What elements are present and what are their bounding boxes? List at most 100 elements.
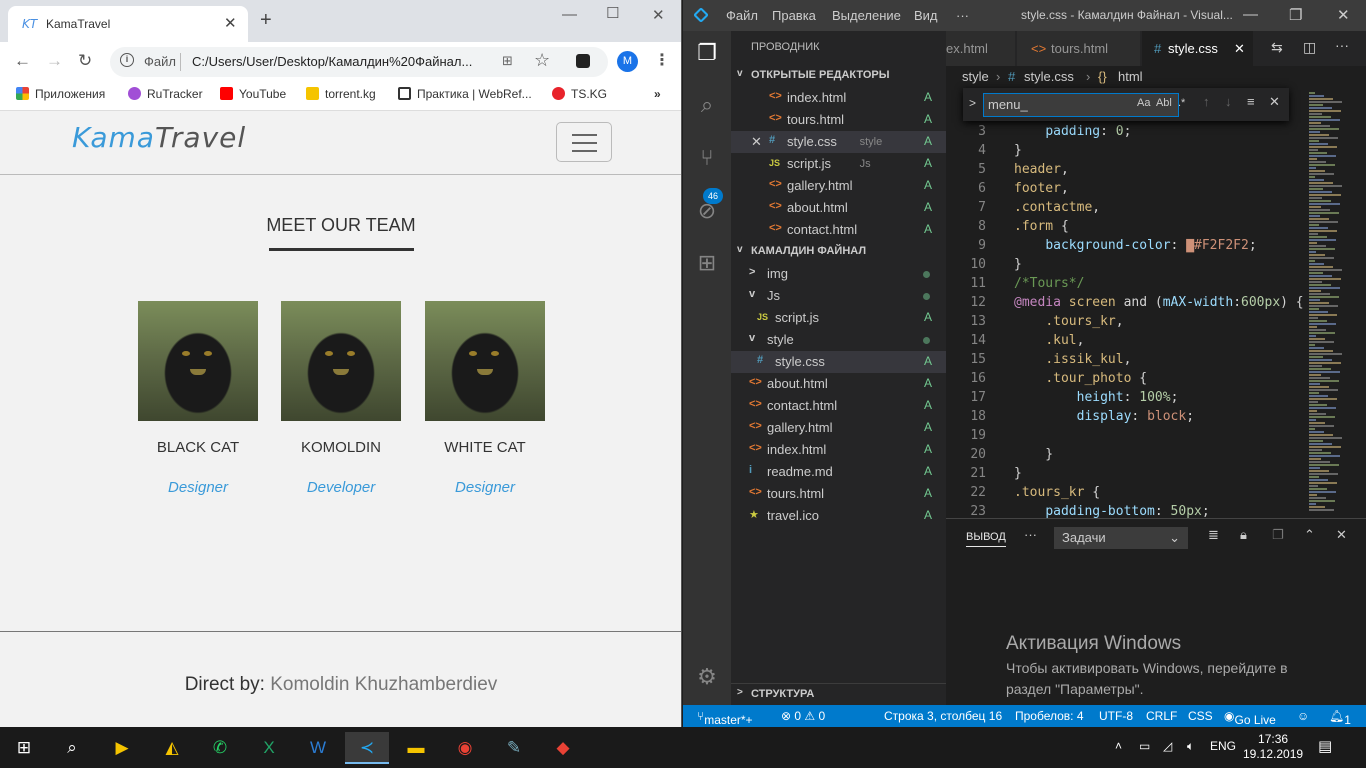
split-editor-icon[interactable]: ◫ [1303,39,1316,56]
network-icon[interactable]: ◿ [1163,739,1172,753]
bookmark-rutracker[interactable]: RuTracker [128,87,203,101]
code-line[interactable]: display: block; [1014,409,1194,424]
compare-icon[interactable]: ⇆ [1271,39,1283,56]
source-control-icon[interactable]: ⑂ [695,146,719,170]
site-logo[interactable]: KamaTravel [72,121,246,154]
code-line[interactable]: .kul, [1014,333,1084,348]
minimize-icon[interactable]: — [1243,6,1258,23]
code-line[interactable]: padding: 0; [1014,124,1131,139]
explorer-file-item[interactable]: <> tours.html A [731,483,946,505]
breadcrumb-file[interactable]: style.css [1024,69,1074,84]
go-live-button[interactable]: ◉ Go Live [1224,709,1276,727]
word-icon[interactable]: W [296,732,340,764]
code-line[interactable]: } [1014,257,1022,272]
url-text[interactable]: C:/Users/User/Desktop/Камалдин%20Файнал.… [192,54,472,69]
lock-icon[interactable]: 🔒︎ [1240,527,1247,543]
code-line[interactable]: .issik_kul, [1014,352,1131,367]
breadcrumb-folder[interactable]: style [962,69,989,84]
git-icon[interactable]: ◆ [541,732,585,764]
indentation[interactable]: Пробелов: 4 [1015,709,1084,723]
bookmark-apps[interactable]: Приложения [16,87,105,101]
code-line[interactable]: .tours_kr, [1014,314,1123,329]
language-mode[interactable]: CSS [1188,709,1213,723]
explorer-file-item[interactable]: JS script.js Js A [731,153,946,175]
menu-view[interactable]: Вид [914,8,938,23]
next-match-icon[interactable]: ↓ [1225,94,1232,109]
problems-status[interactable]: ⊗ 0 ⚠ 0 [781,709,825,723]
hamburger-menu-button[interactable] [556,122,612,162]
chevron-right-icon[interactable]: > [969,96,976,110]
bookmark-webref[interactable]: Практика | WebRef... [398,87,532,101]
explorer-file-item[interactable]: <> about.html A [731,373,946,395]
tab-output[interactable]: ВЫВОД [966,531,1006,547]
code-line[interactable]: } [1014,143,1022,158]
tray-chevron-icon[interactable]: ˄ [1115,739,1122,753]
battery-icon[interactable]: ▭ [1139,739,1150,753]
start-windows-icon[interactable]: ⊞ [2,732,46,764]
code-line[interactable]: } [1014,447,1053,462]
reload-icon[interactable]: ↻ [78,51,92,71]
notifications-icon[interactable]: 🔔︎ 1 [1329,709,1351,727]
menu-kebab-icon[interactable]: ⋮ [654,50,670,70]
tab-index-html[interactable]: ex.html [946,31,1016,66]
settings-gear-icon[interactable]: ⚙ [695,665,719,689]
chrome-taskbar-icon[interactable]: ◉ [443,732,487,764]
app-icon[interactable]: ◭ [150,732,194,764]
code-line[interactable]: .contactme, [1014,200,1100,215]
info-icon[interactable]: i [120,53,134,67]
explorer-file-item[interactable]: <> contact.html A [731,219,946,241]
menu-more[interactable]: ··· [956,8,969,23]
explorer-file-item[interactable]: JS script.js A [731,307,946,329]
close-tab-icon[interactable]: ✕ [1234,41,1245,57]
search-icon[interactable]: ⌕ [695,93,719,117]
prev-match-icon[interactable]: ↑ [1203,94,1210,109]
explorer-file-item[interactable]: <> index.html A [731,87,946,109]
folder-header[interactable]: v КАМАЛДИН ФАЙНАЛ [731,241,946,263]
minimap[interactable] [1303,88,1353,518]
close-editor-icon[interactable]: ✕ [751,134,762,150]
bookmark-star-icon[interactable]: ☆ [534,50,550,71]
find-options[interactable]: Aa Abl .* [1137,97,1185,109]
explorer-file-item[interactable]: # style.css style ✕ A [731,131,946,153]
extensions-icon[interactable]: ⊞ [695,251,719,275]
code-line[interactable]: background-color: ▇#F2F2F2; [1014,238,1256,253]
translate-icon[interactable]: ⊞ [502,53,513,69]
bookmark-youtube[interactable]: YouTube [220,87,286,101]
profile-avatar[interactable]: M [617,51,638,72]
menu-file[interactable]: Файл [726,8,758,23]
new-tab-icon[interactable]: + [260,10,272,30]
encoding[interactable]: UTF-8 [1099,709,1133,723]
explorer-file-item[interactable]: # style.css A [731,351,946,373]
file-explorer-icon[interactable]: ▬ [394,732,438,764]
whatsapp-icon[interactable]: ✆ [198,732,242,764]
input-language[interactable]: ENG [1210,739,1236,753]
breadcrumb-symbol[interactable]: html [1118,69,1143,84]
menu-selection[interactable]: Выделение [832,8,901,23]
explorer-file-item[interactable]: <> about.html A [731,197,946,219]
bookmark-torrent-kg[interactable]: torrent.kg [306,87,376,101]
code-line[interactable]: footer, [1014,181,1069,196]
close-panel-icon[interactable]: ✕ [1336,527,1347,543]
explorer-file-item[interactable]: <> tours.html A [731,109,946,131]
code-line[interactable]: /*Tours*/ [1014,276,1084,291]
code-line[interactable]: @media screen and (mAX-width:600px) { [1014,295,1303,310]
line-ending[interactable]: CRLF [1146,709,1177,723]
paint-icon[interactable]: ✎ [492,732,536,764]
explorer-file-item[interactable]: <> gallery.html A [731,417,946,439]
code-editor[interactable]: 3 padding: 0; 4} 5 header, 6 footer, 7 .contact… [946,88,1303,518]
extension-icon[interactable] [576,54,590,68]
minimize-icon[interactable]: — [562,6,577,23]
debug-icon[interactable]: ⊘ [695,199,719,223]
excel-icon[interactable]: X [247,732,291,764]
tab-style-css[interactable]: # style.css ✕ [1142,31,1254,66]
action-center-icon[interactable]: ▤ [1318,737,1332,755]
maximize-icon[interactable]: ☐ [606,4,619,22]
branch-status[interactable]: ⑂ master*+ [697,709,753,727]
volume-icon[interactable]: 🔈︎ [1187,739,1194,754]
browser-tab[interactable]: KT KamaTravel ✕ [8,6,248,42]
find-in-selection-icon[interactable]: ≡ [1247,94,1255,109]
forward-icon[interactable]: → [46,51,63,71]
code-line[interactable]: .tours_kr { [1014,485,1100,500]
menu-edit[interactable]: Правка [772,8,816,23]
open-log-icon[interactable]: ❐ [1272,527,1284,543]
